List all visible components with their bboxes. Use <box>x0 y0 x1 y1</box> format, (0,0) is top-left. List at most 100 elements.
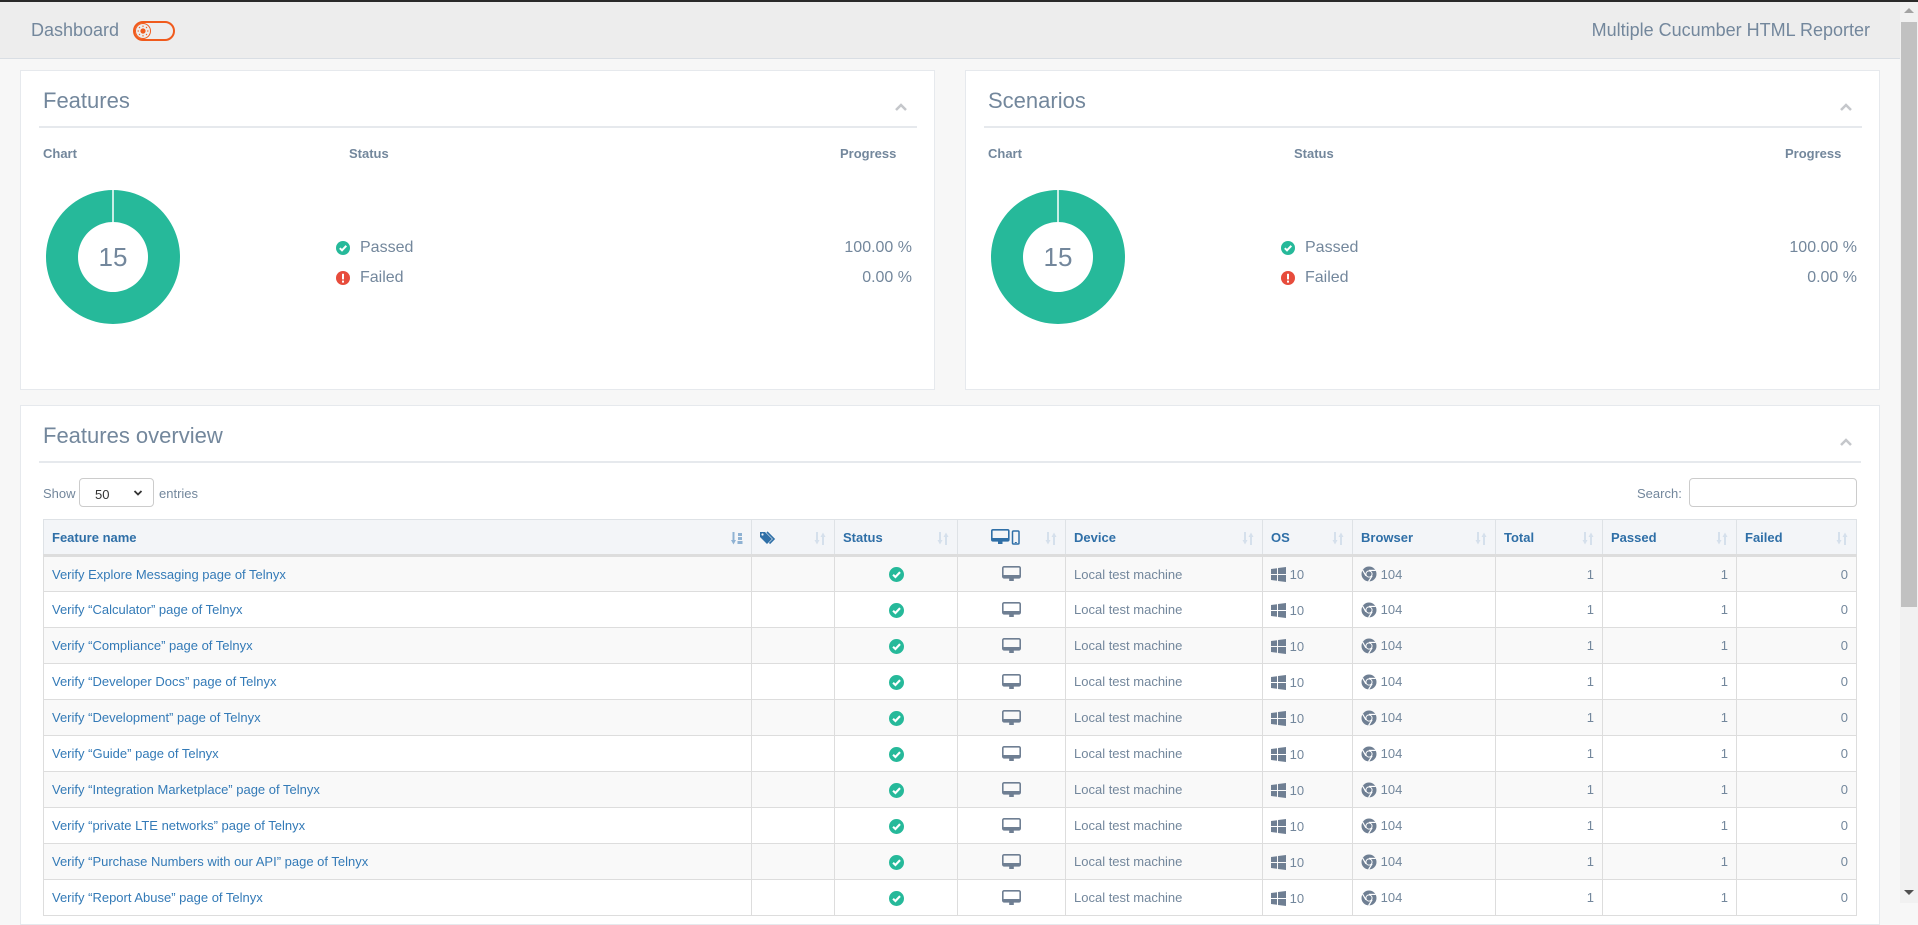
cell-device: Local test machine <box>1065 627 1263 664</box>
table-row[interactable]: Verify “Report Abuse” page of Telnyx Loc… <box>43 879 1857 916</box>
cell-failed: 0 <box>1736 699 1857 736</box>
cell-passed: 1 <box>1602 735 1737 772</box>
cell-passed: 1 <box>1602 843 1737 880</box>
sort-alpha-down-icon <box>731 532 743 545</box>
show-label: Show <box>43 486 76 501</box>
sort-icon <box>1332 532 1344 545</box>
th-device[interactable]: Device <box>1065 519 1263 557</box>
th-browser[interactable]: Browser <box>1352 519 1496 557</box>
feature-link[interactable]: Verify Explore Messaging page of Telnyx <box>52 567 286 582</box>
desktop-icon <box>1002 601 1021 617</box>
cell-device-type <box>957 627 1066 664</box>
cell-passed: 1 <box>1602 627 1737 664</box>
th-total[interactable]: Total <box>1495 519 1603 557</box>
th-failed[interactable]: Failed <box>1736 519 1857 557</box>
feature-link[interactable]: Verify “Developer Docs” page of Telnyx <box>52 674 276 689</box>
cell-passed: 1 <box>1602 555 1737 592</box>
theme-toggle[interactable] <box>133 21 175 41</box>
check-circle-icon <box>888 890 904 906</box>
cell-total: 1 <box>1495 735 1603 772</box>
cell-device: Local test machine <box>1065 699 1263 736</box>
cell-device: Local test machine <box>1065 843 1263 880</box>
chrome-icon <box>1361 782 1377 798</box>
table-row[interactable]: Verify “private LTE networks” page of Te… <box>43 807 1857 844</box>
cell-tags <box>751 807 835 844</box>
status-label: Failed <box>360 269 404 286</box>
th-passed[interactable]: Passed <box>1602 519 1737 557</box>
cell-browser: 104 <box>1352 771 1496 808</box>
feature-link[interactable]: Verify “Integration Marketplace” page of… <box>52 782 320 797</box>
feature-link[interactable]: Verify “Development” page of Telnyx <box>52 710 261 725</box>
cell-status <box>834 627 958 664</box>
cell-device-type <box>957 735 1066 772</box>
table-row[interactable]: Verify “Development” page of Telnyx Loca… <box>43 699 1857 736</box>
page-scrollbar[interactable] <box>1900 2 1918 903</box>
cell-passed: 1 <box>1602 879 1737 916</box>
chrome-icon <box>1361 638 1377 654</box>
windows-icon <box>1271 746 1286 762</box>
feature-link[interactable]: Verify “Purchase Numbers with our API” p… <box>52 854 368 869</box>
table-row[interactable]: Verify “Developer Docs” page of Telnyx L… <box>43 663 1857 700</box>
cell-total: 1 <box>1495 879 1603 916</box>
check-circle-icon <box>888 602 904 618</box>
th-feature-name[interactable]: Feature name <box>43 519 752 557</box>
cell-tags <box>751 699 835 736</box>
entries-label: entries <box>159 486 199 501</box>
table-row[interactable]: Verify “Guide” page of Telnyx Local test… <box>43 735 1857 772</box>
cell-device-type <box>957 771 1066 808</box>
chrome-icon <box>1361 854 1377 870</box>
cell-passed: 1 <box>1602 807 1737 844</box>
table-row[interactable]: Verify “Calculator” page of Telnyx Local… <box>43 591 1857 628</box>
windows-icon <box>1271 782 1286 798</box>
collapse-chevron-icon[interactable] <box>1839 99 1853 111</box>
dashboard-title: Dashboard <box>31 20 120 40</box>
cell-feature-name: Verify Explore Messaging page of Telnyx <box>43 555 752 592</box>
th-device-type[interactable] <box>957 519 1066 557</box>
th-status[interactable]: Status <box>834 519 958 557</box>
scroll-up-arrow[interactable] <box>1904 8 1914 13</box>
scroll-thumb[interactable] <box>1901 22 1917 607</box>
windows-icon <box>1271 602 1286 618</box>
feature-link[interactable]: Verify “Compliance” page of Telnyx <box>52 638 253 653</box>
search-input[interactable] <box>1689 478 1857 507</box>
cell-tags <box>751 663 835 700</box>
collapse-chevron-icon[interactable] <box>1839 434 1853 446</box>
collapse-chevron-icon[interactable] <box>894 99 908 111</box>
windows-icon <box>1271 890 1286 906</box>
status-passed: Passed <box>1281 239 1358 257</box>
cell-feature-name: Verify “Integration Marketplace” page of… <box>43 771 752 808</box>
feature-link[interactable]: Verify “private LTE networks” page of Te… <box>52 818 305 833</box>
cell-os: 10 <box>1262 591 1353 628</box>
table-row[interactable]: Verify “Integration Marketplace” page of… <box>43 771 1857 808</box>
chrome-icon <box>1361 566 1377 583</box>
table-row[interactable]: Verify Explore Messaging page of Telnyx … <box>43 555 1857 592</box>
sort-icon <box>1242 532 1254 545</box>
cell-device-type <box>957 843 1066 880</box>
status-failed: Failed <box>1281 269 1349 287</box>
th-tags[interactable] <box>751 519 835 557</box>
table-row[interactable]: Verify “Purchase Numbers with our API” p… <box>43 843 1857 880</box>
chrome-icon <box>1361 818 1377 834</box>
cell-failed: 0 <box>1736 555 1857 592</box>
desktop-icon <box>1002 745 1021 761</box>
windows-icon <box>1271 710 1286 726</box>
desktop-icon <box>1002 889 1021 905</box>
col-progress-header: Progress <box>840 146 897 161</box>
cell-device-type <box>957 807 1066 844</box>
status-label: Passed <box>360 239 414 256</box>
cell-total: 1 <box>1495 591 1603 628</box>
cell-passed: 1 <box>1602 663 1737 700</box>
feature-link[interactable]: Verify “Calculator” page of Telnyx <box>52 602 243 617</box>
cell-browser: 104 <box>1352 843 1496 880</box>
search-label: Search: <box>1637 486 1682 501</box>
chrome-icon <box>1361 602 1377 618</box>
feature-link[interactable]: Verify “Guide” page of Telnyx <box>52 746 219 761</box>
th-os[interactable]: OS <box>1262 519 1353 557</box>
cell-device-type <box>957 699 1066 736</box>
entries-per-page-select[interactable]: 50 <box>79 478 154 507</box>
table-row[interactable]: Verify “Compliance” page of Telnyx Local… <box>43 627 1857 664</box>
cell-feature-name: Verify “Guide” page of Telnyx <box>43 735 752 772</box>
cell-total: 1 <box>1495 843 1603 880</box>
panel-title: Scenarios <box>988 88 1086 113</box>
scroll-down-arrow[interactable] <box>1904 890 1914 895</box>
